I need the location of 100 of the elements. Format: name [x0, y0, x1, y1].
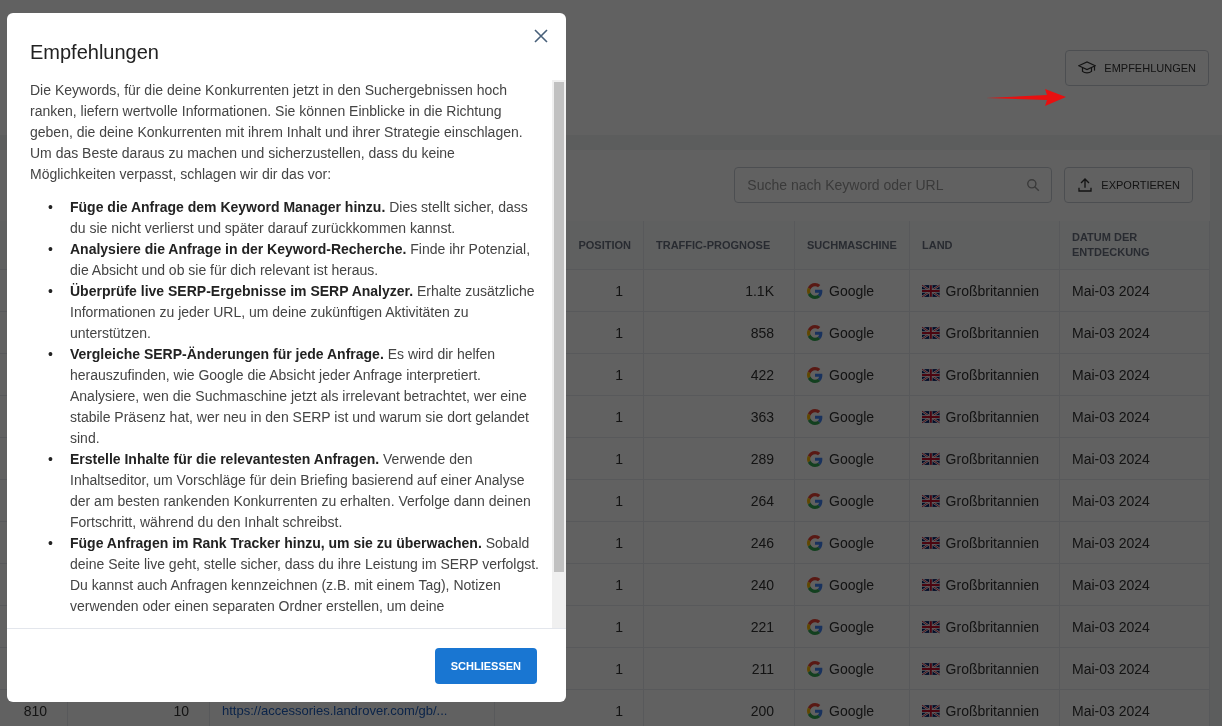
- position-value: 1: [615, 492, 623, 509]
- intro-paragraph: Die Keywords, für die deine Konkurrenten jetzt in den Suchergebnissen hoch ranken, liefern wertvolle Informationen. Sie können Einblicke in die Richtung geben, die deine Konkurrenten mit ihrem Inhalt und ihrer Strategie einschlagen. Um das Beste daraus zu machen und sicherzustellen, dass du keine Möglichkeiten verpasst, schlagen wir dir das vor:: [30, 81, 524, 184]
- traffic-value: 858: [750, 324, 774, 341]
- discovery-date: Mai-03 2024: [1072, 702, 1150, 719]
- upload-icon: [1077, 177, 1094, 193]
- country-name: Großbritannien: [945, 576, 1039, 593]
- dialog-title: Empfehlungen: [30, 41, 159, 64]
- discovery-date: Mai-03 2024: [1072, 450, 1150, 467]
- google-icon: [807, 660, 823, 677]
- google-icon: [807, 702, 823, 719]
- discovery-date: Mai-03 2024: [1072, 618, 1150, 635]
- table-cell: 10: [173, 702, 189, 719]
- country-name: Großbritannien: [945, 618, 1039, 635]
- close-icon: [534, 29, 548, 43]
- search-icon: [1026, 178, 1041, 192]
- position-value: 1: [615, 366, 623, 383]
- country-name: Großbritannien: [945, 660, 1039, 677]
- search-engine-name: Google: [829, 450, 875, 467]
- google-icon: [807, 618, 823, 635]
- bullet: •: [48, 534, 54, 553]
- close-button[interactable]: [532, 27, 550, 45]
- position-value: 1: [615, 534, 623, 551]
- position-value: 1: [615, 450, 623, 467]
- uk-flag-icon: [922, 493, 940, 508]
- search-engine-name: Google: [829, 282, 875, 299]
- google-icon: [807, 534, 823, 551]
- country-name: Großbritannien: [945, 450, 1039, 467]
- google-icon: [807, 576, 823, 593]
- google-icon: [807, 450, 823, 467]
- discovery-date: Mai-03 2024: [1072, 366, 1150, 383]
- recommendation-item: Analysiere die Anfrage in der Keyword-Recherche. Finde ihr Potenzial, die Absicht und ob sie für dich relevant ist heraus.: [70, 240, 532, 280]
- discovery-date: Mai-03 2024: [1072, 660, 1150, 677]
- traffic-value: 246: [750, 534, 774, 551]
- google-icon: [807, 408, 823, 425]
- uk-flag-icon: [922, 283, 940, 298]
- discovery-date: Mai-03 2024: [1072, 534, 1150, 551]
- position-value: 1: [615, 324, 623, 341]
- traffic-value: 211: [751, 660, 774, 677]
- traffic-value: 289: [750, 450, 774, 467]
- recommendations-button[interactable]: EMPFEHLUNGEN: [1065, 49, 1209, 86]
- bullet: •: [48, 282, 54, 301]
- position-value: 1: [615, 408, 623, 425]
- search-engine-name: Google: [829, 408, 875, 425]
- google-icon: [807, 492, 823, 509]
- discovery-date: Mai-03 2024: [1072, 324, 1150, 341]
- uk-flag-icon: [922, 367, 940, 382]
- scrollbar[interactable]: [552, 80, 566, 628]
- close-dialog-button[interactable]: SCHLIESSEN: [434, 647, 537, 684]
- uk-flag-icon: [922, 409, 940, 424]
- uk-flag-icon: [922, 451, 940, 466]
- recommendation-item: Vergleiche SERP-Änderungen für jede Anfrage. Es wird dir helfen herauszufinden, wie Google die Absicht jeder Anfrage interpretiert. Analysiere, wen die Suchmaschine jetzt als irrelevant betrachtet, wer eine stabile Präsenz hat, wer neu in den SERP ist und warum sie dort gelandet sind.: [70, 345, 530, 448]
- uk-flag-icon: [922, 577, 940, 592]
- traffic-value: 1.1K: [745, 282, 774, 299]
- traffic-value: 363: [750, 408, 774, 425]
- position-value: 1: [615, 618, 623, 635]
- traffic-value: 422: [750, 366, 774, 383]
- search-engine-name: Google: [829, 492, 875, 509]
- position-value: 1: [615, 702, 623, 719]
- recommendation-item: Überprüfe live SERP-Ergebnisse im SERP Analyzer. Erhalte zusätzliche Informationen zu jeder URL, um deine zukünftigen Aktivitäten zu unterstützen.: [70, 282, 536, 343]
- traffic-value: 221: [750, 618, 774, 635]
- graduation-cap-icon: [1078, 59, 1097, 76]
- recommendation-item: Erstelle Inhalte für die relevantesten Anfragen. Verwende den Inhaltseditor, um Vorschläge für dein Briefing basierend auf einer Analyse der am besten rankenden Konkurrenten zu erhalten. Verfolge dann deinen Fortschritt, während du den Inhalt schreibst.: [70, 450, 532, 532]
- url-link[interactable]: https://accessories.landrover.com/gb/...: [222, 703, 448, 718]
- recommendation-item: Füge die Anfrage dem Keyword Manager hinzu. Dies stellt sicher, dass du sie nicht verlierst und später darauf zurückkommen kannst.: [70, 198, 529, 238]
- traffic-value: 264: [750, 492, 774, 509]
- uk-flag-icon: [922, 619, 940, 634]
- country-name: Großbritannien: [945, 324, 1039, 341]
- country-name: Großbritannien: [945, 282, 1039, 299]
- position-value: 1: [615, 282, 623, 299]
- uk-flag-icon: [922, 703, 940, 718]
- traffic-value: 240: [750, 576, 774, 593]
- discovery-date: Mai-03 2024: [1072, 576, 1150, 593]
- country-name: Großbritannien: [945, 408, 1039, 425]
- bullet: •: [48, 450, 54, 469]
- export-button[interactable]: EXPORTIEREN: [1064, 167, 1193, 203]
- bullet: •: [48, 240, 54, 259]
- country-name: Großbritannien: [945, 534, 1039, 551]
- country-name: Großbritannien: [945, 366, 1039, 383]
- traffic-value: 200: [750, 702, 774, 719]
- bullet: •: [48, 345, 54, 364]
- discovery-date: Mai-03 2024: [1072, 492, 1150, 509]
- uk-flag-icon: [922, 325, 940, 340]
- google-icon: [807, 324, 823, 341]
- uk-flag-icon: [922, 535, 940, 550]
- search-engine-name: Google: [829, 576, 875, 593]
- search-engine-name: Google: [829, 702, 875, 719]
- google-icon: [807, 366, 823, 383]
- google-icon: [807, 282, 823, 299]
- recommendation-item: Füge Anfragen im Rank Tracker hinzu, um sie zu überwachen. Sobald deine Seite live geht, stelle sicher, dass du ihre Leistung im SERP verfolgst. Du kannst auch Anfragen kennzeichnen (z.B. mit einem Tag), Notizen verwenden oder einen separaten Ordner erstellen, um deine: [70, 534, 540, 616]
- discovery-date: Mai-03 2024: [1072, 282, 1150, 299]
- search-engine-name: Google: [829, 618, 875, 635]
- search-engine-name: Google: [829, 324, 875, 341]
- table-cell: 810: [23, 702, 47, 719]
- discovery-date: Mai-03 2024: [1072, 408, 1150, 425]
- search-engine-name: Google: [829, 660, 875, 677]
- uk-flag-icon: [922, 661, 940, 676]
- country-name: Großbritannien: [945, 702, 1039, 719]
- search-engine-name: Google: [829, 534, 875, 551]
- search-engine-name: Google: [829, 366, 875, 383]
- country-name: Großbritannien: [945, 492, 1039, 509]
